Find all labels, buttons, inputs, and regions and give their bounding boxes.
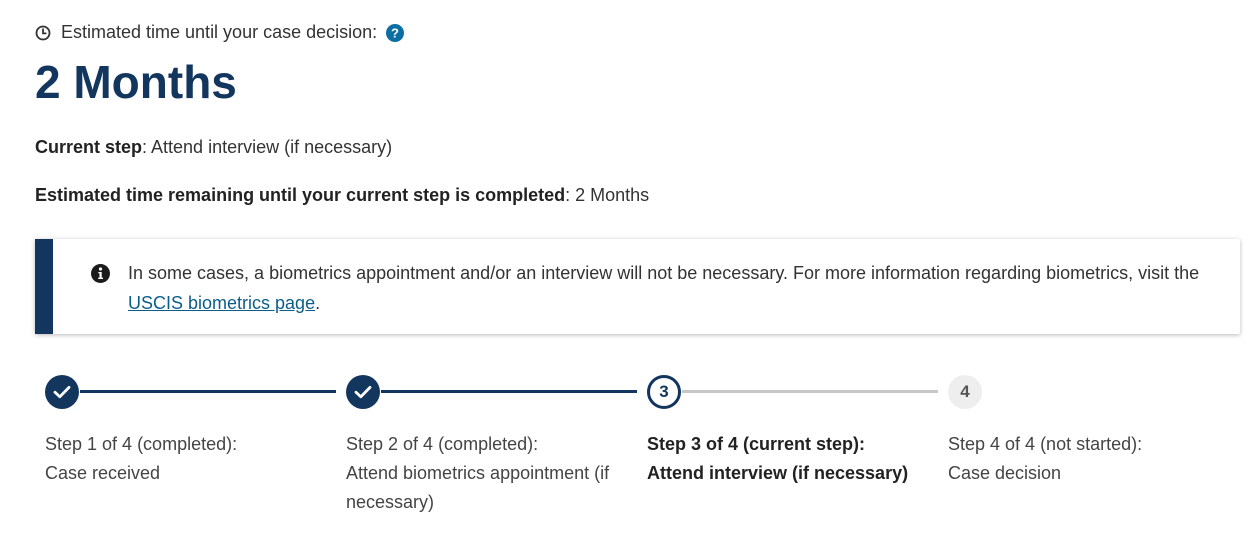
alert-accent-bar bbox=[35, 239, 53, 334]
clock-icon bbox=[35, 25, 51, 40]
step-connector-1 bbox=[80, 390, 336, 393]
step-1-title: Step 1 of 4 (completed): bbox=[45, 434, 238, 454]
current-step-label: Current step bbox=[35, 137, 143, 157]
remaining-time-line: Estimated time remaining until your curr… bbox=[35, 185, 649, 206]
estimate-label: Estimated time until your case decision: bbox=[61, 22, 378, 42]
info-circle-icon bbox=[91, 264, 110, 283]
step-connector-3 bbox=[682, 390, 938, 393]
step-3-marker: 3 bbox=[647, 375, 681, 409]
step-3-label: Step 3 of 4 (current step): Attend inter… bbox=[647, 430, 937, 488]
step-1-marker bbox=[45, 375, 79, 409]
progress-stepper: 3 4 Step 1 of 4 (completed): Case receiv… bbox=[0, 370, 1253, 530]
step-connector-2 bbox=[381, 390, 637, 393]
step-2-marker bbox=[346, 375, 380, 409]
step-2-title: Step 2 of 4 (completed): bbox=[346, 434, 539, 454]
step-1-name: Case received bbox=[45, 463, 161, 483]
step-4-label: Step 4 of 4 (not started): Case decision bbox=[948, 430, 1238, 488]
current-step-line: Current step: Attend interview (if neces… bbox=[35, 137, 392, 158]
alert-text: In some cases, a biometrics appointment … bbox=[128, 263, 1200, 283]
estimate-value: 2 Months bbox=[35, 56, 237, 108]
step-3-title: Step 3 of 4 (current step): bbox=[647, 434, 866, 454]
step-4-marker: 4 bbox=[948, 375, 982, 409]
svg-text:?: ? bbox=[391, 25, 399, 40]
step-4-name: Case decision bbox=[948, 463, 1062, 483]
remaining-time-label: Estimated time remaining until your curr… bbox=[35, 185, 566, 205]
info-alert: In some cases, a biometrics appointment … bbox=[35, 239, 1240, 334]
check-icon bbox=[354, 386, 372, 399]
question-circle-icon[interactable]: ? bbox=[386, 23, 405, 42]
estimate-header: Estimated time until your case decision:… bbox=[35, 22, 405, 43]
current-step-value: : Attend interview (if necessary) bbox=[142, 137, 393, 157]
check-icon bbox=[53, 386, 71, 399]
step-4-title: Step 4 of 4 (not started): bbox=[948, 434, 1143, 454]
step-2-label: Step 2 of 4 (completed): Attend biometri… bbox=[346, 430, 621, 517]
remaining-time-value: : 2 Months bbox=[565, 185, 650, 205]
step-3-name: Attend interview (if necessary) bbox=[647, 463, 909, 483]
alert-text-end: . bbox=[315, 293, 321, 313]
alert-message: In some cases, a biometrics appointment … bbox=[128, 258, 1208, 318]
step-1-label: Step 1 of 4 (completed): Case received bbox=[45, 430, 335, 488]
biometrics-link[interactable]: USCIS biometrics page bbox=[128, 293, 315, 313]
step-2-name: Attend biometrics appointment (if necess… bbox=[346, 463, 610, 512]
